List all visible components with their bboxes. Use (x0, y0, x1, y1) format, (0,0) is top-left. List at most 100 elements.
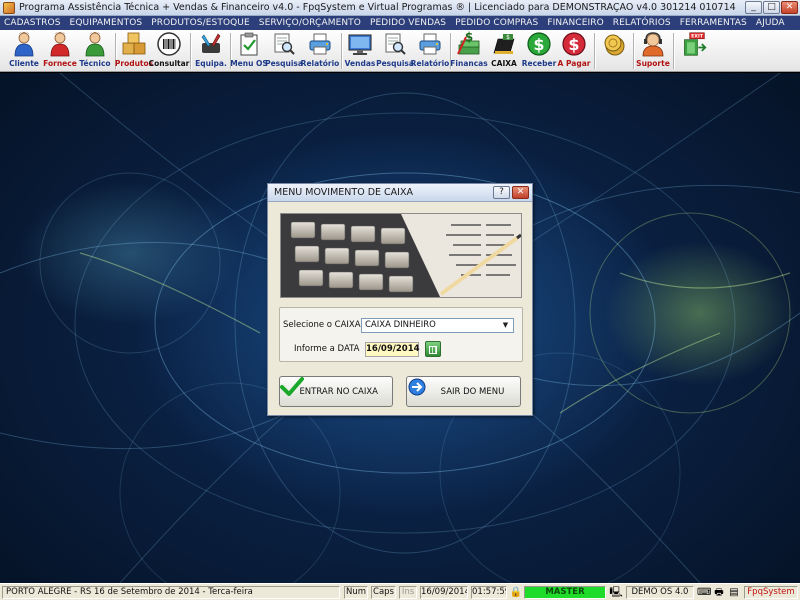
keyboard-icon[interactable]: ⌨ (697, 587, 711, 598)
toolbar-fornece-button[interactable]: Fornece (42, 31, 78, 71)
menu-bar: CADASTROS EQUIPAMENTOS PRODUTOS/ESTOQUE … (0, 16, 800, 30)
dollar-red-icon: $ (561, 31, 587, 57)
toolbar-fornece-label: Fornece (43, 59, 77, 68)
menu-ajuda[interactable]: AJUDA (756, 18, 785, 28)
menu-produtos-estoque[interactable]: PRODUTOS/ESTOQUE (151, 18, 250, 28)
toolbar-menu-os-button[interactable]: Menu OS (230, 31, 268, 71)
dialog-title-bar: MENU MOVIMENTO DE CAIXA ? ✕ (268, 184, 532, 202)
toolbar-produtos-button[interactable]: Produtos (114, 31, 154, 71)
toolbar-caixa-label: CAIXA (491, 59, 517, 68)
menu-relatorios[interactable]: RELATÓRIOS (613, 18, 671, 28)
toolbar-consultar-button[interactable]: Consultar (149, 31, 189, 71)
printer-status-icon[interactable]: 🖶 (712, 587, 726, 598)
calendar-icon (429, 346, 437, 354)
toolbar-pesquisa-os-button[interactable]: Pesquisa (265, 31, 303, 71)
status-num: Num (344, 586, 368, 599)
caixa-select[interactable]: CAIXA DINHEIRO ▼ (361, 318, 514, 333)
app-icon (3, 1, 15, 14)
menu-financeiro[interactable]: FINANCEIRO (547, 18, 603, 28)
status-user: MASTER (524, 586, 606, 599)
enter-caixa-label: ENTRAR NO CAIXA (299, 386, 378, 397)
toolbar: Cliente Fornece Técnico Produtos Consult… (0, 30, 800, 72)
toolbar-vendas-label: Vendas (344, 59, 376, 68)
calculator-photo (280, 213, 522, 298)
toolbar-separator (673, 33, 674, 69)
boxes-icon (121, 31, 147, 57)
toolbar-produtos-label: Produtos (114, 59, 154, 68)
monitor-icon (347, 31, 373, 57)
window-status-icon[interactable]: ▤ (727, 587, 741, 598)
toolbar-tecnico-button[interactable]: Técnico (77, 31, 113, 71)
toolbar-coins-button[interactable] (599, 31, 629, 71)
close-button[interactable]: ✕ (781, 1, 798, 14)
menu-pedido-compras[interactable]: PEDIDO COMPRAS (455, 18, 538, 28)
toolbar-relatorio-os-button[interactable]: Relatório (301, 31, 339, 71)
toolbar-exit-button[interactable]: EXIT (677, 31, 711, 71)
menu-servico-orcamento[interactable]: SERVIÇO/ORÇAMENTO (259, 18, 361, 28)
svg-text:$: $ (533, 35, 544, 54)
desktop-background: MENU MOVIMENTO DE CAIXA ? ✕ Selecione o … (0, 73, 800, 583)
toolbar-caixa-button[interactable]: $ CAIXA (486, 31, 522, 71)
svg-text:$: $ (506, 34, 510, 41)
menu-cadastros[interactable]: CADASTROS (4, 18, 61, 28)
toolbar-separator (594, 33, 595, 69)
toolbar-relatorio-os-label: Relatório (300, 59, 340, 68)
printer-icon (307, 31, 333, 57)
toolbar-cliente-button[interactable]: Cliente (6, 31, 42, 71)
person-green-icon (82, 31, 108, 57)
arrow-circle-icon (408, 378, 439, 404)
menu-pedido-vendas[interactable]: PEDIDO VENDAS (370, 18, 446, 28)
toolbar-pesquisa-vendas-label: Pesquisa (376, 59, 414, 68)
minimize-button[interactable]: _ (745, 1, 762, 14)
dialog-title: MENU MOVIMENTO DE CAIXA (274, 187, 413, 198)
caixa-form-panel: Selecione o CAIXA CAIXA DINHEIRO ▼ Infor… (279, 307, 523, 362)
toolbar-a-pagar-label: A Pagar (557, 59, 591, 68)
support-person-icon (640, 31, 666, 57)
toolbar-cliente-label: Cliente (9, 59, 39, 68)
window-title-bar: Programa Assistência Técnica + Vendas & … (0, 0, 800, 16)
toolbar-pesquisa-vendas-button[interactable]: Pesquisa (376, 31, 414, 71)
menu-equipamentos[interactable]: EQUIPAMENTOS (70, 18, 143, 28)
data-label: Informe a DATA (294, 344, 360, 354)
toolbar-receber-button[interactable]: $ Receber (521, 31, 557, 71)
barcode-icon (156, 31, 182, 57)
exit-door-icon: EXIT (681, 31, 707, 57)
status-caps: Caps (371, 586, 396, 599)
enter-caixa-button[interactable]: ENTRAR NO CAIXA (279, 376, 393, 407)
dialog-close-button[interactable]: ✕ (512, 186, 529, 199)
tools-icon (198, 31, 224, 57)
caixa-select-value: CAIXA DINHEIRO (365, 320, 436, 330)
brand-logo: FpqSystem (744, 586, 798, 599)
dialog-help-button[interactable]: ? (493, 186, 510, 199)
chevron-down-icon[interactable]: ▼ (499, 320, 512, 331)
toolbar-a-pagar-button[interactable]: $ A Pagar (556, 31, 592, 71)
status-ins: Ins (399, 586, 417, 599)
dollar-green-icon: $ (526, 31, 552, 57)
clipboard-check-icon (236, 31, 262, 57)
toolbar-financas-label: Financas (450, 59, 488, 68)
toolbar-suporte-button[interactable]: Suporte (635, 31, 671, 71)
svg-text:$: $ (568, 35, 579, 54)
toolbar-relatorio-vendas-label: Relatório (410, 59, 450, 68)
calendar-button[interactable] (425, 341, 441, 357)
toolbar-separator (633, 33, 634, 69)
menu-ferramentas[interactable]: FERRAMENTAS (680, 18, 747, 28)
toolbar-financas-button[interactable]: $ Financas (450, 31, 488, 71)
user-status-icon: 🔒 (509, 587, 523, 598)
window-title: Programa Assistência Técnica + Vendas & … (19, 2, 736, 13)
maximize-button[interactable]: □ (763, 1, 780, 14)
person-blue-icon (11, 31, 37, 57)
date-input[interactable]: 16/09/2014 (365, 342, 420, 357)
status-date: 16/09/2014 (420, 586, 468, 599)
cash-register-icon: $ (491, 31, 517, 57)
toolbar-relatorio-vendas-button[interactable]: Relatório (411, 31, 449, 71)
caixa-dialog: MENU MOVIMENTO DE CAIXA ? ✕ Selecione o … (267, 183, 533, 416)
computer-icon: 🖳 (609, 587, 623, 598)
toolbar-vendas-button[interactable]: Vendas (342, 31, 378, 71)
toolbar-equipa-button[interactable]: Equipa. (193, 31, 229, 71)
toolbar-suporte-label: Suporte (636, 59, 670, 68)
exit-menu-label: SAIR DO MENU (440, 386, 505, 397)
exit-menu-button[interactable]: SAIR DO MENU (406, 376, 521, 407)
toolbar-equipa-label: Equipa. (195, 59, 227, 68)
toolbar-tecnico-label: Técnico (79, 59, 111, 68)
